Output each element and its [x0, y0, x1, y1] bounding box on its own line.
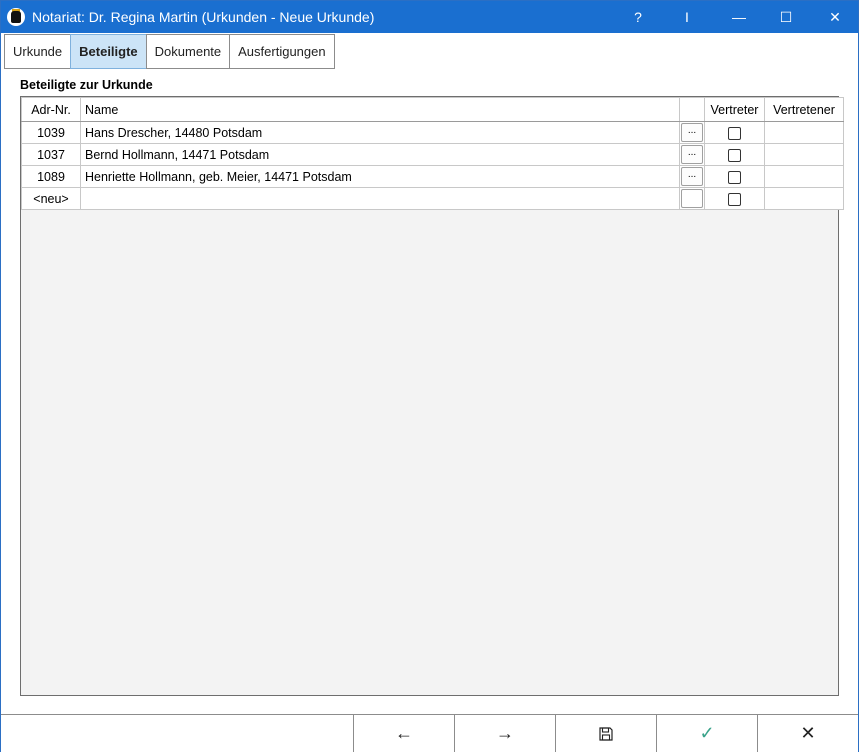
- name-cell[interactable]: Bernd Hollmann, 14471 Potsdam: [80, 143, 680, 166]
- adr-nr-cell[interactable]: 1089: [21, 165, 81, 188]
- tab-beteiligte[interactable]: Beteiligte: [70, 34, 146, 69]
- vertreter-cell: [704, 165, 765, 188]
- adr-nr-cell[interactable]: <neu>: [21, 187, 81, 210]
- lookup-cell: [679, 187, 705, 210]
- tab-dokumente[interactable]: Dokumente: [145, 34, 230, 69]
- title-bar[interactable]: Notariat: Dr. Regina Martin (Urkunden - …: [1, 1, 858, 33]
- table-header-row: Adr-Nr. Name Vertreter Vertretener: [21, 97, 844, 122]
- vertreter-checkbox[interactable]: [728, 170, 741, 184]
- bottom-button-bar: ← → ✓ ✕: [1, 714, 858, 752]
- name-cell[interactable]: Hans Drescher, 14480 Potsdam: [80, 121, 680, 144]
- minimize-button[interactable]: —: [716, 1, 762, 33]
- ok-button[interactable]: ✓: [656, 715, 757, 752]
- close-window-button[interactable]: ✕: [812, 1, 858, 33]
- name-cell[interactable]: [80, 187, 680, 210]
- address-lookup-button[interactable]: [681, 189, 703, 208]
- table-row[interactable]: 1089 Henriette Hollmann, geb. Meier, 144…: [21, 165, 844, 188]
- window-title: Notariat: Dr. Regina Martin (Urkunden - …: [32, 9, 375, 25]
- participants-table: Adr-Nr. Name Vertreter Vertretener 1039 …: [21, 97, 844, 210]
- address-lookup-button[interactable]: ...: [681, 123, 703, 142]
- vertretener-cell[interactable]: [764, 187, 844, 210]
- bear-icon: [11, 11, 21, 23]
- tab-strip: Urkunde Beteiligte Dokumente Ausfertigun…: [4, 34, 335, 70]
- adr-nr-cell[interactable]: 1037: [21, 143, 81, 166]
- section-title: Beteiligte zur Urkunde: [20, 78, 153, 92]
- vertretener-cell[interactable]: [764, 143, 844, 166]
- tab-urkunde[interactable]: Urkunde: [4, 34, 71, 69]
- address-lookup-button[interactable]: ...: [681, 145, 703, 164]
- header-name[interactable]: Name: [80, 97, 680, 122]
- header-vertreter[interactable]: Vertreter: [704, 97, 765, 122]
- tab-ausfertigungen[interactable]: Ausfertigungen: [229, 34, 335, 69]
- help-button[interactable]: ?: [615, 1, 661, 33]
- vertretener-cell[interactable]: [764, 165, 844, 188]
- vertreter-checkbox[interactable]: [728, 192, 741, 206]
- lookup-cell: ...: [679, 143, 705, 166]
- name-cell[interactable]: Henriette Hollmann, geb. Meier, 14471 Po…: [80, 165, 680, 188]
- participants-grid[interactable]: Adr-Nr. Name Vertreter Vertretener 1039 …: [20, 96, 844, 696]
- vertreter-checkbox[interactable]: [728, 126, 741, 140]
- vertreter-cell: [704, 187, 765, 210]
- maximize-button[interactable]: ☐: [763, 1, 809, 33]
- back-arrow-button[interactable]: ←: [353, 715, 454, 752]
- berlin-bear-app-icon: [7, 8, 25, 26]
- vertreter-checkbox[interactable]: [728, 148, 741, 162]
- text-cursor-icon[interactable]: I: [664, 1, 710, 33]
- address-lookup-button[interactable]: ...: [681, 167, 703, 186]
- vertreter-cell: [704, 121, 765, 144]
- floppy-disk-icon: [599, 726, 613, 741]
- lookup-cell: ...: [679, 165, 705, 188]
- main-window: Notariat: Dr. Regina Martin (Urkunden - …: [0, 0, 859, 752]
- adr-nr-cell[interactable]: 1039: [21, 121, 81, 144]
- header-lookup: [679, 97, 705, 122]
- cancel-button[interactable]: ✕: [757, 715, 858, 752]
- save-button[interactable]: [555, 715, 656, 752]
- vertretener-cell[interactable]: [764, 121, 844, 144]
- forward-arrow-button[interactable]: →: [454, 715, 555, 752]
- vertreter-cell: [704, 143, 765, 166]
- new-entry-row[interactable]: <neu>: [21, 187, 844, 210]
- header-vertretener[interactable]: Vertretener: [764, 97, 844, 122]
- lookup-cell: ...: [679, 121, 705, 144]
- table-row[interactable]: 1037 Bernd Hollmann, 14471 Potsdam ...: [21, 143, 844, 166]
- header-adr-nr[interactable]: Adr-Nr.: [21, 97, 81, 122]
- table-row[interactable]: 1039 Hans Drescher, 14480 Potsdam ...: [21, 121, 844, 144]
